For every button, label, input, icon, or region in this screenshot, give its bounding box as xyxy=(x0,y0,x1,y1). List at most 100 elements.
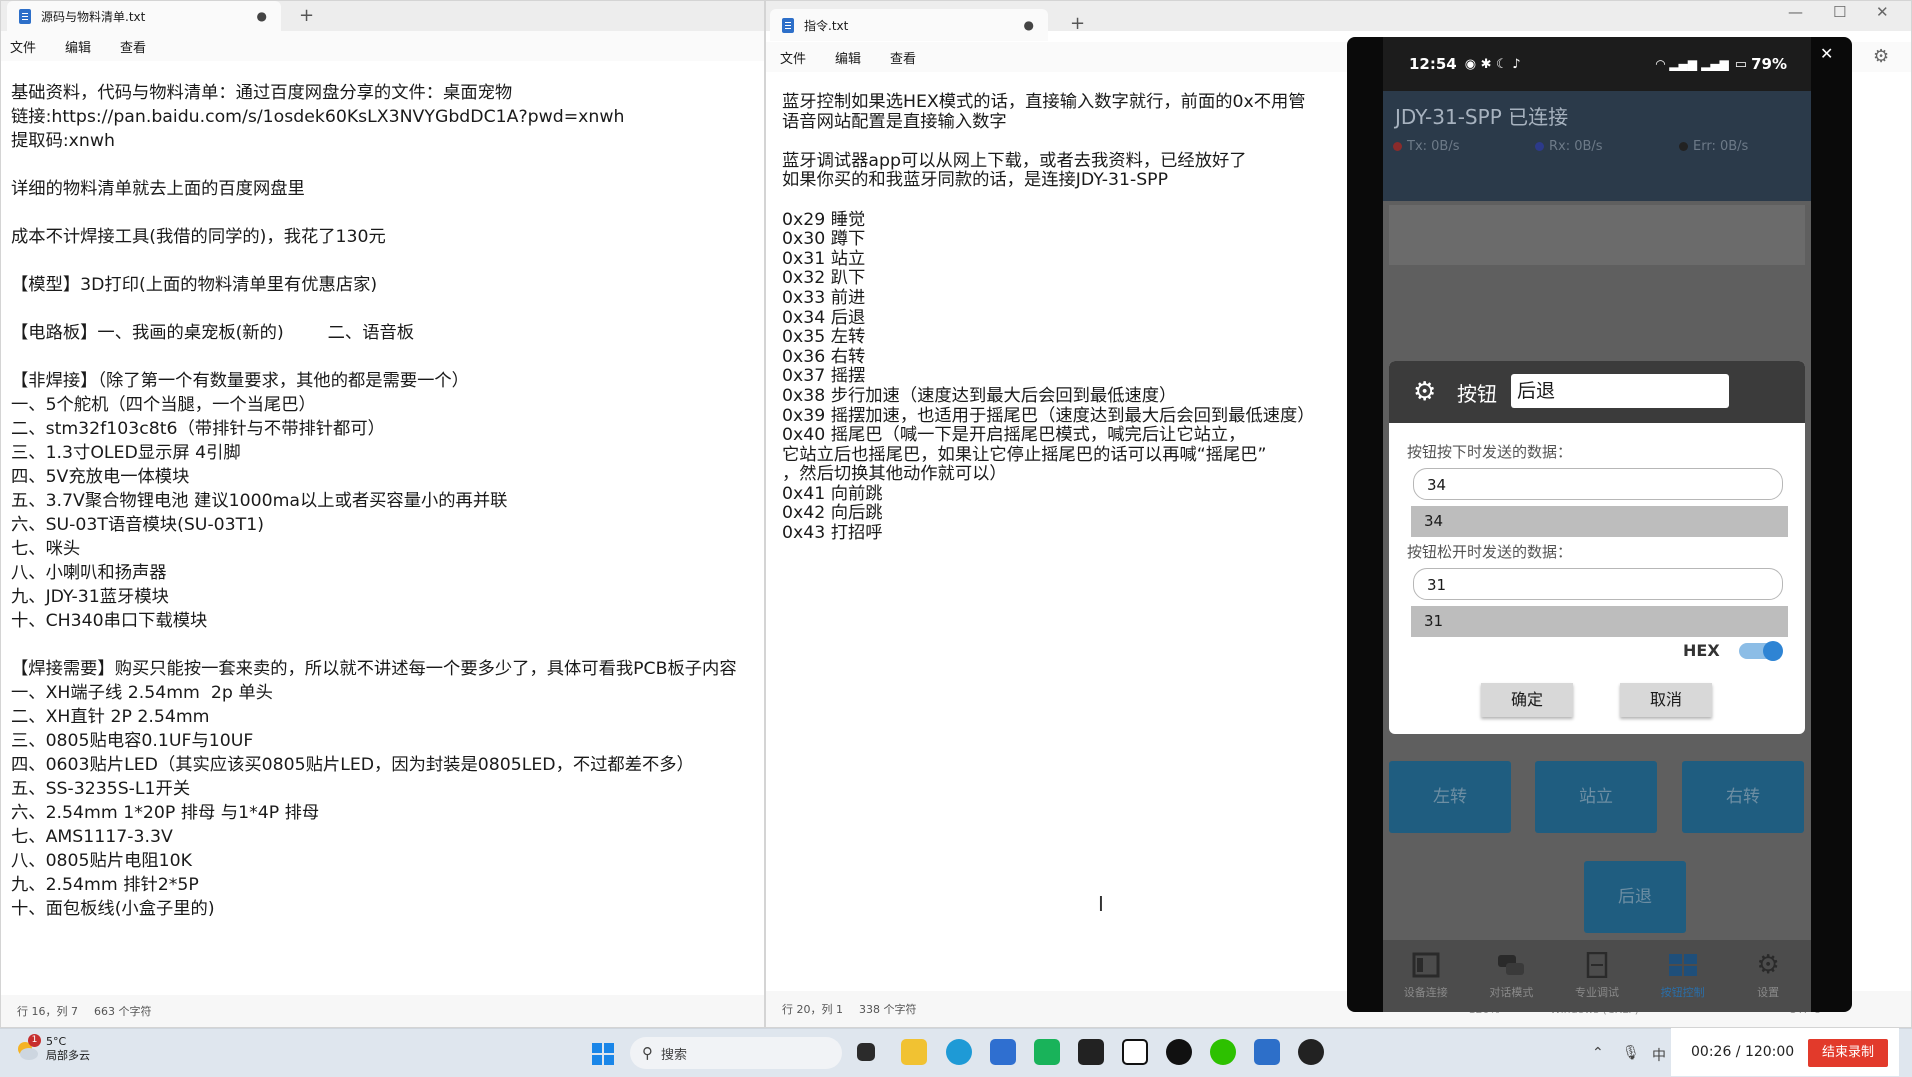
text-line xyxy=(11,297,754,321)
text-line: 四、0603贴片LED（其实应该买0805贴片LED，因为封装是0805LED，… xyxy=(11,755,694,775)
notion-icon[interactable] xyxy=(1122,1039,1148,1065)
tx-rate: Tx: 0B/s xyxy=(1393,139,1460,154)
text-line: 六、2.54mm 1*20P 排母 与1*4P 排母 xyxy=(11,803,320,823)
nav-label: 设置 xyxy=(1757,986,1780,999)
text-line: 七、咪头 xyxy=(11,539,81,559)
menu-view[interactable]: 查看 xyxy=(120,37,146,56)
nav-settings[interactable]: ⚙ 设置 xyxy=(1725,940,1811,1012)
taskbar-search[interactable]: ⚲ 搜索 xyxy=(630,1037,842,1069)
tab-source-materials[interactable]: 源码与物料清单.txt ● xyxy=(7,1,281,31)
text-line: 链接:https://pan.baidu.com/s/1osdek60KsLX3… xyxy=(11,107,625,127)
tab-label: 指令.txt xyxy=(804,18,849,33)
text-line: 基础资料，代码与物料清单：通过百度网盘分享的文件：桌面宠物 xyxy=(11,83,513,103)
nav-label: 按钮控制 xyxy=(1660,986,1705,999)
text-editor[interactable]: 基础资料，代码与物料清单：通过百度网盘分享的文件：桌面宠物链接:https://… xyxy=(1,61,764,995)
press-data-label: 按钮按下时发送的数据： xyxy=(1407,443,1573,461)
temperature: 5°C xyxy=(46,1035,67,1048)
menu-file[interactable]: 文件 xyxy=(780,48,806,67)
grid-icon xyxy=(1668,954,1697,976)
menu-view[interactable]: 查看 xyxy=(890,48,916,67)
notepad-window-left: 源码与物料清单.txt ● + 文件 编辑 查看 基础资料，代码与物料清单：通过… xyxy=(0,0,765,1028)
search-placeholder: 搜索 xyxy=(661,1047,688,1063)
taskbar: 1 5°C 局部多云 ⚲ 搜索 ⌃ 🎙 中 xyxy=(0,1028,1912,1077)
release-data-label: 按钮松开时发送的数据： xyxy=(1407,543,1573,561)
err-rate: Err: 0B/s xyxy=(1679,139,1748,154)
mirror-close-icon[interactable]: ✕ xyxy=(1820,44,1833,63)
notepad-file-icon xyxy=(19,8,31,24)
cursor-position: 行 16，列 7 xyxy=(17,1005,78,1018)
char-count: 663 个字符 xyxy=(94,1005,152,1018)
notepad-file-icon xyxy=(782,17,794,33)
start-button[interactable] xyxy=(592,1043,614,1065)
new-tab-button[interactable]: + xyxy=(1070,13,1085,34)
text-line: 八、0805贴片电阻10K xyxy=(11,851,192,871)
text-line: 成本不计焊接工具(我借的同学的)，我花了130元 xyxy=(11,227,386,247)
release-data-input[interactable]: 31 xyxy=(1413,568,1783,600)
text-line: 九、JDY-31蓝牙模块 xyxy=(11,587,169,607)
gear-icon: ⚙ xyxy=(1413,377,1437,407)
signal-icon: ◠ ▂▄▆ ▂▄▆ xyxy=(1655,57,1729,71)
hex-toggle[interactable] xyxy=(1739,641,1783,661)
file-explorer-icon[interactable] xyxy=(901,1039,927,1065)
microphone-icon[interactable]: 🎙 xyxy=(1622,1045,1640,1061)
text-line: 三、1.3寸OLED显示屏 4引脚 xyxy=(11,443,241,463)
wechat-icon[interactable] xyxy=(1210,1039,1236,1065)
text-line: 六、SU-03T语音模块(SU-03T1) xyxy=(11,515,264,535)
nav-label: 对话模式 xyxy=(1489,986,1534,999)
store-icon[interactable] xyxy=(990,1039,1016,1065)
stand-button[interactable]: 站立 xyxy=(1535,761,1657,833)
maximize-icon[interactable]: ☐ xyxy=(1833,3,1846,21)
turn-right-button[interactable]: 右转 xyxy=(1682,761,1804,833)
nav-button-control[interactable]: 按钮控制 xyxy=(1640,940,1726,1012)
nav-chat-mode[interactable]: 对话模式 xyxy=(1469,940,1555,1012)
stop-recording-button[interactable]: 结束录制 xyxy=(1808,1039,1888,1067)
tab-commands[interactable]: 指令.txt ● xyxy=(770,9,1048,41)
weather-icon: 1 xyxy=(14,1034,41,1062)
confirm-button[interactable]: 确定 xyxy=(1481,683,1573,717)
nav-pro-debug[interactable]: 专业调试 xyxy=(1554,940,1640,1012)
text-line: 一、XH端子线 2.54mm 2p 单头 xyxy=(11,683,273,703)
mirror-settings-icon[interactable]: ⚙ xyxy=(1873,46,1889,67)
notepad-icon[interactable] xyxy=(1254,1039,1280,1065)
connection-title: JDY-31-SPP 已连接 xyxy=(1395,105,1569,129)
cancel-button[interactable]: 取消 xyxy=(1620,683,1712,717)
task-view-icon[interactable] xyxy=(857,1043,875,1061)
menu-edit[interactable]: 编辑 xyxy=(65,37,91,56)
phone-mirror-window: 12:54 ◉ ✱ ☾ ♪ ◠ ▂▄▆ ▂▄▆ ▭ 79% JDY-31-SPP… xyxy=(1347,37,1852,1012)
debug-icon xyxy=(1586,952,1608,978)
ime-indicator[interactable]: 中 xyxy=(1652,1045,1666,1065)
status-bar: 行 16，列 7 663 个字符 xyxy=(1,995,764,1027)
button-name-input[interactable]: 后退 xyxy=(1511,374,1729,408)
text-cursor-icon: I xyxy=(1098,892,1104,916)
unsaved-dot-icon[interactable]: ● xyxy=(1024,18,1034,32)
app-dark-icon[interactable] xyxy=(1078,1039,1104,1065)
press-data-display: 34 xyxy=(1411,506,1788,537)
menu-file[interactable]: 文件 xyxy=(10,37,36,56)
rx-rate: Rx: 0B/s xyxy=(1535,139,1603,154)
qq-icon[interactable] xyxy=(1166,1039,1192,1065)
text-line: 九、2.54mm 排针2*5P xyxy=(11,875,199,895)
recorder-icon[interactable] xyxy=(1298,1039,1324,1065)
app-green-icon[interactable] xyxy=(1034,1039,1060,1065)
text-line: 【模型】3D打印(上面的物料清单里有优惠店家) xyxy=(11,275,378,295)
press-data-input[interactable]: 34 xyxy=(1413,468,1783,500)
minimize-icon[interactable]: — xyxy=(1788,3,1803,21)
device-icon xyxy=(1412,952,1440,978)
turn-left-button[interactable]: 左转 xyxy=(1389,761,1511,833)
recording-widget: 00:26 / 120:00 结束录制 xyxy=(1671,1028,1899,1076)
tray-chevron-icon[interactable]: ⌃ xyxy=(1592,1045,1604,1061)
char-count: 338 个字符 xyxy=(859,1003,917,1016)
weather-desc: 局部多云 xyxy=(46,1049,90,1062)
edge-icon[interactable] xyxy=(946,1039,972,1065)
close-icon[interactable]: ✕ xyxy=(1876,3,1889,21)
text-line: 二、XH直针 2P 2.54mm xyxy=(11,707,210,727)
nav-device-connect[interactable]: 设备连接 xyxy=(1383,940,1469,1012)
new-tab-button[interactable]: + xyxy=(299,5,314,26)
text-line xyxy=(11,633,754,657)
back-button[interactable]: 后退 xyxy=(1584,861,1686,933)
text-line: 十、面包板线(小盒子里的) xyxy=(11,899,215,919)
text-line xyxy=(11,201,754,225)
unsaved-dot-icon[interactable]: ● xyxy=(257,9,267,23)
weather-widget[interactable]: 1 5°C 局部多云 xyxy=(14,1034,90,1063)
menu-edit[interactable]: 编辑 xyxy=(835,48,861,67)
